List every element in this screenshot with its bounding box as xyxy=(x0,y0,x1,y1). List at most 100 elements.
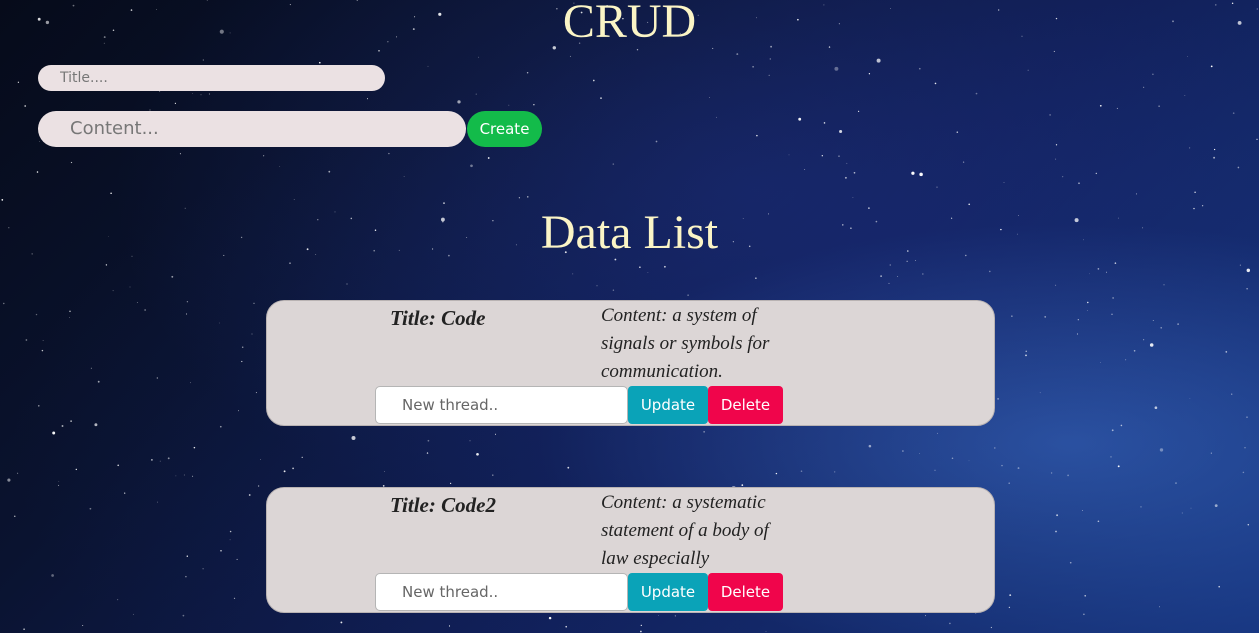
star xyxy=(1231,393,1233,395)
star xyxy=(1097,268,1100,270)
star xyxy=(1225,351,1228,353)
star xyxy=(17,81,20,83)
star xyxy=(427,439,430,442)
star xyxy=(1154,406,1158,410)
star xyxy=(129,286,131,288)
star xyxy=(600,97,602,99)
star xyxy=(975,92,978,95)
star xyxy=(962,161,965,163)
star xyxy=(1003,182,1005,183)
star xyxy=(182,614,185,617)
star xyxy=(1149,343,1154,347)
star xyxy=(640,624,642,627)
star xyxy=(255,392,257,394)
star xyxy=(1256,138,1258,140)
star xyxy=(839,129,843,134)
star xyxy=(596,285,598,287)
star xyxy=(1055,144,1058,146)
star xyxy=(301,456,303,458)
star xyxy=(1213,156,1216,159)
star xyxy=(1213,148,1216,151)
star xyxy=(105,264,108,266)
star xyxy=(156,377,158,379)
star xyxy=(821,155,823,157)
star xyxy=(846,162,848,164)
update-button[interactable]: Update xyxy=(628,386,708,424)
star xyxy=(257,485,260,487)
card-content: Content: a system of signals or symbols … xyxy=(601,305,770,382)
star xyxy=(443,202,445,205)
star xyxy=(1158,105,1160,107)
star xyxy=(1009,594,1012,596)
delete-button[interactable]: Delete xyxy=(708,386,783,424)
star xyxy=(911,171,915,175)
star xyxy=(1011,315,1013,317)
star xyxy=(897,276,899,277)
content-input[interactable] xyxy=(38,111,466,147)
star xyxy=(1095,172,1097,175)
star xyxy=(1140,506,1142,508)
star xyxy=(190,382,191,384)
star xyxy=(238,410,240,412)
star xyxy=(289,262,291,264)
star xyxy=(868,73,871,75)
star xyxy=(346,283,348,285)
star xyxy=(70,161,73,164)
star xyxy=(1078,182,1080,185)
star xyxy=(144,309,146,311)
star xyxy=(233,597,236,599)
star xyxy=(3,302,5,305)
star xyxy=(1210,65,1213,68)
title-input[interactable] xyxy=(38,65,385,91)
star xyxy=(449,482,452,485)
star xyxy=(800,470,803,472)
update-button[interactable]: Update xyxy=(628,573,708,611)
star xyxy=(1125,359,1127,361)
star xyxy=(919,172,923,177)
star xyxy=(1111,313,1113,315)
star xyxy=(664,265,666,268)
star xyxy=(470,164,473,168)
star xyxy=(1152,319,1154,322)
star xyxy=(736,53,739,56)
star xyxy=(1143,86,1145,88)
star xyxy=(1246,268,1251,273)
star xyxy=(351,435,356,441)
page-title: CRUD xyxy=(562,0,697,48)
star xyxy=(1087,301,1089,304)
star xyxy=(156,501,159,503)
star xyxy=(768,74,770,77)
delete-button[interactable]: Delete xyxy=(708,573,783,611)
star xyxy=(38,405,40,407)
star xyxy=(378,49,380,52)
star xyxy=(97,380,100,383)
star xyxy=(253,302,255,304)
star xyxy=(82,625,84,626)
star xyxy=(183,474,185,476)
star xyxy=(23,628,25,631)
star xyxy=(834,66,839,71)
star xyxy=(658,615,660,616)
star xyxy=(292,467,294,470)
star xyxy=(1244,447,1246,449)
star xyxy=(1039,392,1041,394)
star xyxy=(1084,594,1087,597)
star xyxy=(36,171,39,173)
star xyxy=(475,93,477,95)
new-thread-input[interactable] xyxy=(375,386,628,424)
star xyxy=(185,575,187,578)
star xyxy=(752,65,754,68)
star xyxy=(1143,339,1145,341)
star xyxy=(565,625,567,628)
star xyxy=(1055,158,1057,160)
create-button[interactable]: Create xyxy=(467,111,542,147)
star xyxy=(852,196,854,198)
star xyxy=(1050,472,1053,474)
star xyxy=(936,432,938,434)
star xyxy=(639,266,641,269)
star xyxy=(117,464,120,467)
new-thread-input[interactable] xyxy=(375,573,628,611)
star xyxy=(58,480,60,482)
star xyxy=(997,398,999,400)
star xyxy=(426,452,429,454)
